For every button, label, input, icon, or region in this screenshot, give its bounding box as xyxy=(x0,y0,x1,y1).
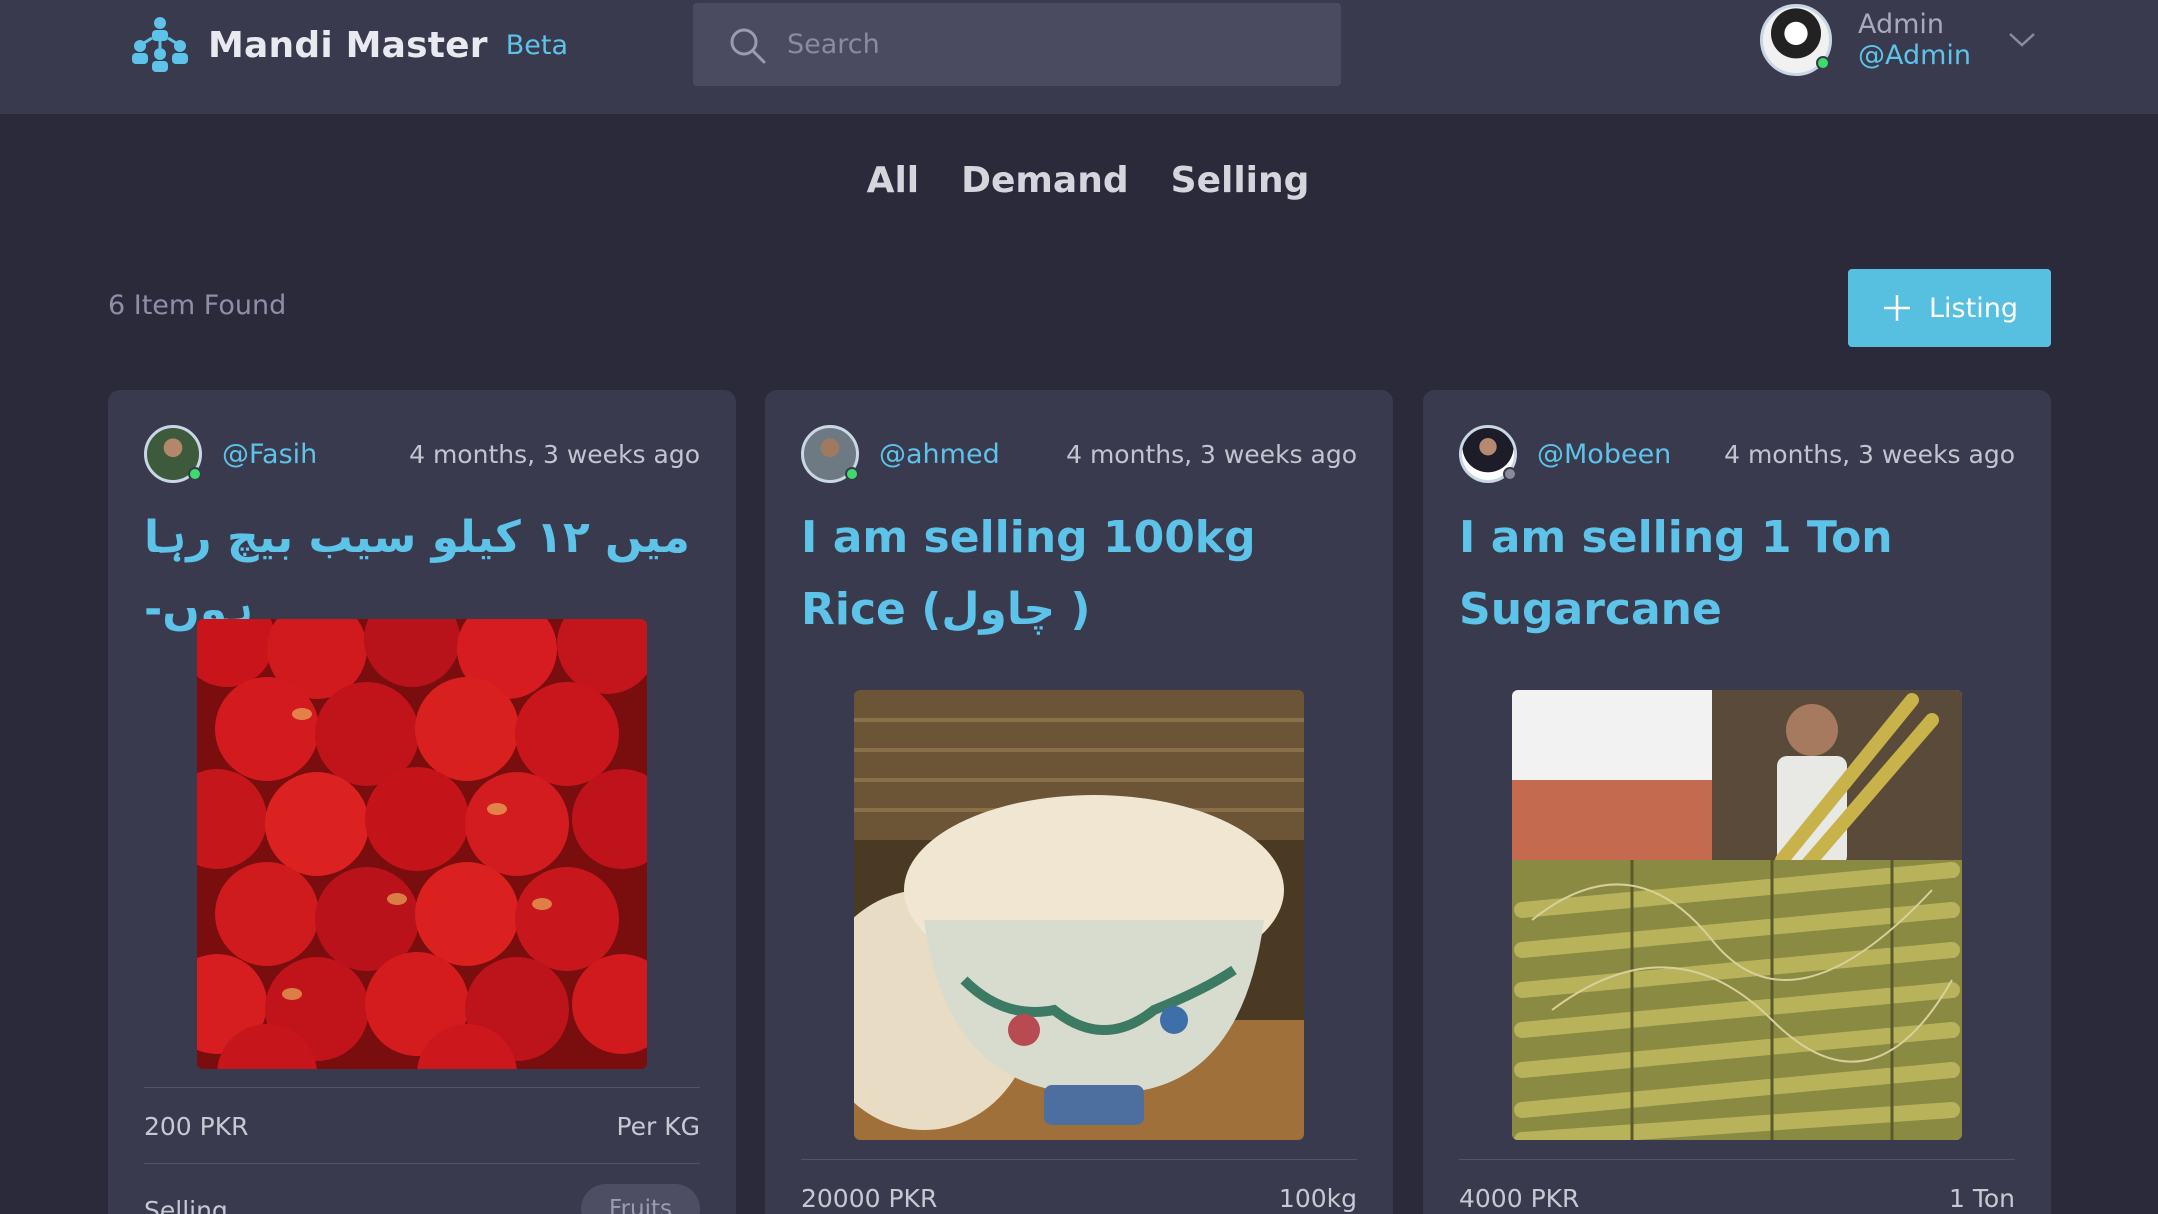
listing-price: 20000 PKR xyxy=(801,1184,938,1213)
online-status-dot xyxy=(1816,56,1830,70)
user-menu[interactable]: Admin @Admin xyxy=(1760,3,2037,77)
card-divider xyxy=(1459,1159,2015,1160)
search-icon xyxy=(730,28,766,63)
listing-unit: Per KG xyxy=(616,1112,700,1141)
listing-type: Selling xyxy=(144,1196,228,1214)
beta-badge: Beta xyxy=(505,29,568,61)
product-image-sugarcane[interactable] xyxy=(1512,690,1962,1140)
search-box[interactable] xyxy=(693,3,1341,86)
listing-card[interactable]: @Mobeen 4 months, 3 weeks ago I am selli… xyxy=(1423,390,2051,1214)
user-name: Admin xyxy=(1858,9,1945,40)
post-time: 4 months, 3 weeks ago xyxy=(409,439,700,469)
avatar[interactable] xyxy=(1459,425,1517,483)
user-handle: @Admin xyxy=(1858,40,1972,71)
listing-unit: 1 Ton xyxy=(1948,1184,2015,1213)
top-navbar: Mandi Master Beta Admin @Admin xyxy=(0,0,2158,114)
card-divider xyxy=(144,1163,700,1164)
tab-demand[interactable]: Demand xyxy=(943,160,1129,201)
listing-title[interactable]: I am selling 1 Ton Sugarcane xyxy=(1459,502,2015,646)
card-divider xyxy=(801,1159,1357,1160)
product-image-rice[interactable] xyxy=(854,690,1304,1140)
results-count: 6 Item Found xyxy=(108,290,287,321)
plus-icon xyxy=(1884,295,1911,321)
offline-status-dot xyxy=(1503,467,1517,481)
listing-title[interactable]: I am selling 100kg Rice (چاول ) xyxy=(801,502,1357,646)
avatar[interactable] xyxy=(144,425,202,483)
listing-price: 4000 PKR xyxy=(1459,1184,1580,1213)
user-handle-link[interactable]: @Mobeen xyxy=(1537,439,1724,470)
user-handle-link[interactable]: @Fasih xyxy=(222,439,409,470)
search-input[interactable] xyxy=(787,29,1307,60)
listing-unit: 100kg xyxy=(1278,1184,1357,1213)
post-time: 4 months, 3 weeks ago xyxy=(1066,439,1357,469)
avatar[interactable] xyxy=(801,425,859,483)
card-divider xyxy=(144,1087,700,1088)
add-listing-label: Listing xyxy=(1929,292,2018,324)
people-network-icon xyxy=(132,17,188,72)
tab-all[interactable]: All xyxy=(849,160,920,201)
post-time: 4 months, 3 weeks ago xyxy=(1724,439,2015,469)
chevron-down-icon[interactable] xyxy=(2007,31,2037,49)
online-status-dot xyxy=(845,467,859,481)
category-tag[interactable]: Fruits xyxy=(581,1184,700,1214)
avatar[interactable] xyxy=(1760,4,1832,76)
brand[interactable]: Mandi Master Beta xyxy=(130,16,568,74)
product-image-apples[interactable] xyxy=(197,619,647,1069)
tab-selling[interactable]: Selling xyxy=(1153,160,1310,201)
add-listing-button[interactable]: Listing xyxy=(1848,269,2051,347)
online-status-dot xyxy=(188,467,202,481)
listing-card[interactable]: @Fasih 4 months, 3 weeks ago میں ۱۲ کیلو… xyxy=(108,390,736,1214)
listing-price: 200 PKR xyxy=(144,1112,249,1141)
filter-tabs: All Demand Selling xyxy=(0,160,2158,201)
listing-card[interactable]: @ahmed 4 months, 3 weeks ago I am sellin… xyxy=(765,390,1393,1214)
user-handle-link[interactable]: @ahmed xyxy=(879,439,1066,470)
app-name: Mandi Master xyxy=(208,24,488,66)
